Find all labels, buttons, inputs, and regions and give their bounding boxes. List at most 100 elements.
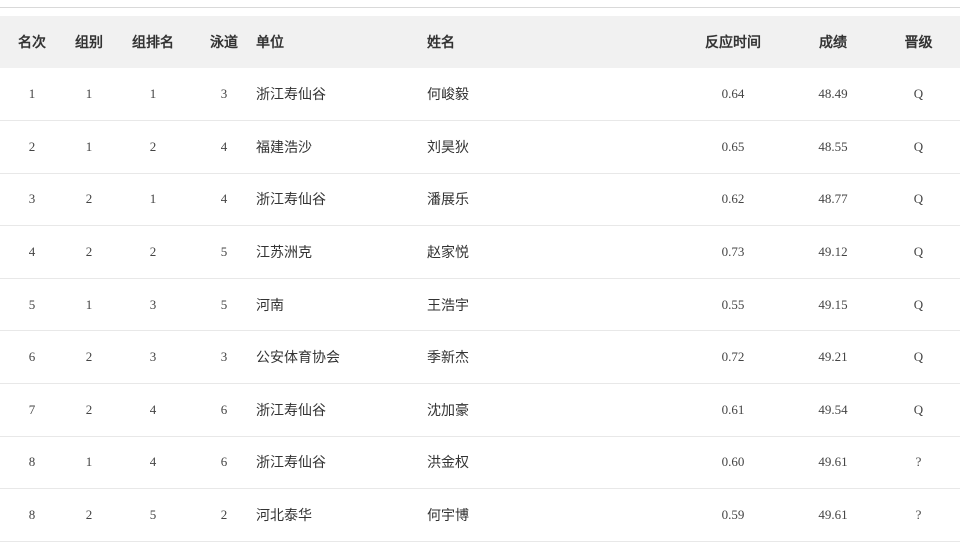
table-header: 名次 组别 组排名 泳道 单位 姓名 反应时间 成绩 晋级 [0, 16, 960, 68]
cell-group-rank: 4 [149, 401, 157, 417]
cell-lane: 5 [220, 296, 228, 312]
cell-score: 49.21 [818, 349, 848, 365]
table-row: 8 2 5 2 河北泰华 何宇博 0.59 49.61 ? [0, 489, 960, 542]
cell-reaction-time: 0.59 [721, 507, 745, 523]
cell-lane: 4 [220, 138, 228, 154]
cell-advance: Q [913, 244, 924, 260]
cell-unit: 河北泰华 [256, 508, 312, 525]
cell-score: 48.77 [818, 191, 848, 207]
cell-reaction-time: 0.60 [721, 454, 745, 470]
cell-unit: 浙江寿仙谷 [256, 455, 326, 472]
cell-group: 1 [85, 86, 93, 102]
header-name[interactable]: 姓名 [427, 16, 677, 68]
cell-unit: 福建浩沙 [256, 139, 312, 156]
cell-name: 赵家悦 [427, 245, 469, 262]
header-score[interactable]: 成绩 [789, 16, 877, 68]
cell-advance: ? [915, 454, 922, 470]
cell-advance: Q [913, 191, 924, 207]
cell-lane: 6 [220, 454, 228, 470]
cell-lane: 6 [220, 401, 228, 417]
cell-unit: 公安体育协会 [256, 350, 340, 367]
cell-score: 49.12 [818, 244, 848, 260]
table-row: 5 1 3 5 河南 王浩宇 0.55 49.15 Q [0, 278, 960, 331]
cell-rank: 8 [28, 507, 36, 523]
cell-group: 1 [85, 138, 93, 154]
cell-reaction-time: 0.64 [721, 86, 745, 102]
cell-group: 1 [85, 454, 93, 470]
cell-group: 2 [85, 401, 93, 417]
cell-advance: Q [913, 349, 924, 365]
cell-unit: 浙江寿仙谷 [256, 402, 326, 419]
cell-group: 2 [85, 244, 93, 260]
top-divider [0, 7, 960, 8]
cell-score: 48.49 [818, 86, 848, 102]
header-group-rank[interactable]: 组排名 [114, 16, 192, 68]
cell-rank: 7 [28, 401, 36, 417]
header-lane[interactable]: 泳道 [192, 16, 256, 68]
cell-advance: Q [913, 138, 924, 154]
cell-reaction-time: 0.55 [721, 296, 745, 312]
results-table: 名次 组别 组排名 泳道 单位 姓名 反应时间 成绩 晋级 1 1 1 3 浙江… [0, 16, 960, 542]
cell-name: 刘昊狄 [427, 139, 469, 156]
table-row: 8 1 4 6 浙江寿仙谷 洪金权 0.60 49.61 ? [0, 436, 960, 489]
cell-reaction-time: 0.73 [721, 244, 745, 260]
cell-group: 2 [85, 507, 93, 523]
cell-lane: 3 [220, 349, 228, 365]
cell-name: 沈加豪 [427, 402, 469, 419]
cell-group-rank: 5 [149, 507, 157, 523]
header-group[interactable]: 组别 [64, 16, 114, 68]
cell-advance: Q [913, 86, 924, 102]
header-advance[interactable]: 晋级 [877, 16, 960, 68]
cell-reaction-time: 0.72 [721, 349, 745, 365]
cell-score: 49.15 [818, 296, 848, 312]
cell-unit: 浙江寿仙谷 [256, 192, 326, 209]
table-row: 7 2 4 6 浙江寿仙谷 沈加豪 0.61 49.54 Q [0, 384, 960, 437]
cell-name: 何峻毅 [427, 87, 469, 104]
cell-rank: 5 [28, 296, 36, 312]
cell-unit: 河南 [256, 297, 284, 314]
table-body: 1 1 1 3 浙江寿仙谷 何峻毅 0.64 48.49 Q 2 1 2 4 福… [0, 68, 960, 542]
cell-group: 2 [85, 349, 93, 365]
cell-group: 1 [85, 296, 93, 312]
cell-advance: ? [915, 507, 922, 523]
cell-group-rank: 1 [149, 191, 157, 207]
table-row: 4 2 2 5 江苏洲克 赵家悦 0.73 49.12 Q [0, 226, 960, 279]
cell-reaction-time: 0.65 [721, 138, 745, 154]
cell-unit: 浙江寿仙谷 [256, 87, 326, 104]
cell-lane: 5 [220, 244, 228, 260]
cell-rank: 3 [28, 191, 36, 207]
cell-rank: 2 [28, 138, 36, 154]
cell-lane: 3 [220, 86, 228, 102]
cell-unit: 江苏洲克 [256, 245, 312, 262]
cell-group-rank: 1 [149, 86, 157, 102]
table-row: 1 1 1 3 浙江寿仙谷 何峻毅 0.64 48.49 Q [0, 68, 960, 121]
cell-name: 季新杰 [427, 350, 469, 367]
header-unit[interactable]: 单位 [256, 16, 427, 68]
cell-group: 2 [85, 191, 93, 207]
table-row: 6 2 3 3 公安体育协会 季新杰 0.72 49.21 Q [0, 331, 960, 384]
header-rank[interactable]: 名次 [0, 16, 64, 68]
cell-lane: 2 [220, 507, 228, 523]
cell-group-rank: 4 [149, 454, 157, 470]
cell-advance: Q [913, 296, 924, 312]
cell-name: 王浩宇 [427, 297, 469, 314]
cell-name: 潘展乐 [427, 192, 469, 209]
cell-rank: 8 [28, 454, 36, 470]
cell-score: 49.54 [818, 401, 848, 417]
cell-name: 洪金权 [427, 455, 469, 472]
cell-group-rank: 3 [149, 349, 157, 365]
cell-reaction-time: 0.61 [721, 401, 745, 417]
header-reaction-time[interactable]: 反应时间 [677, 16, 789, 68]
cell-reaction-time: 0.62 [721, 191, 745, 207]
table-row: 2 1 2 4 福建浩沙 刘昊狄 0.65 48.55 Q [0, 121, 960, 174]
cell-lane: 4 [220, 191, 228, 207]
cell-group-rank: 2 [149, 138, 157, 154]
cell-score: 48.55 [818, 138, 848, 154]
cell-score: 49.61 [818, 454, 848, 470]
cell-group-rank: 3 [149, 296, 157, 312]
cell-score: 49.61 [818, 507, 848, 523]
table-row: 3 2 1 4 浙江寿仙谷 潘展乐 0.62 48.77 Q [0, 173, 960, 226]
cell-rank: 6 [28, 349, 36, 365]
cell-group-rank: 2 [149, 244, 157, 260]
cell-rank: 1 [28, 86, 36, 102]
